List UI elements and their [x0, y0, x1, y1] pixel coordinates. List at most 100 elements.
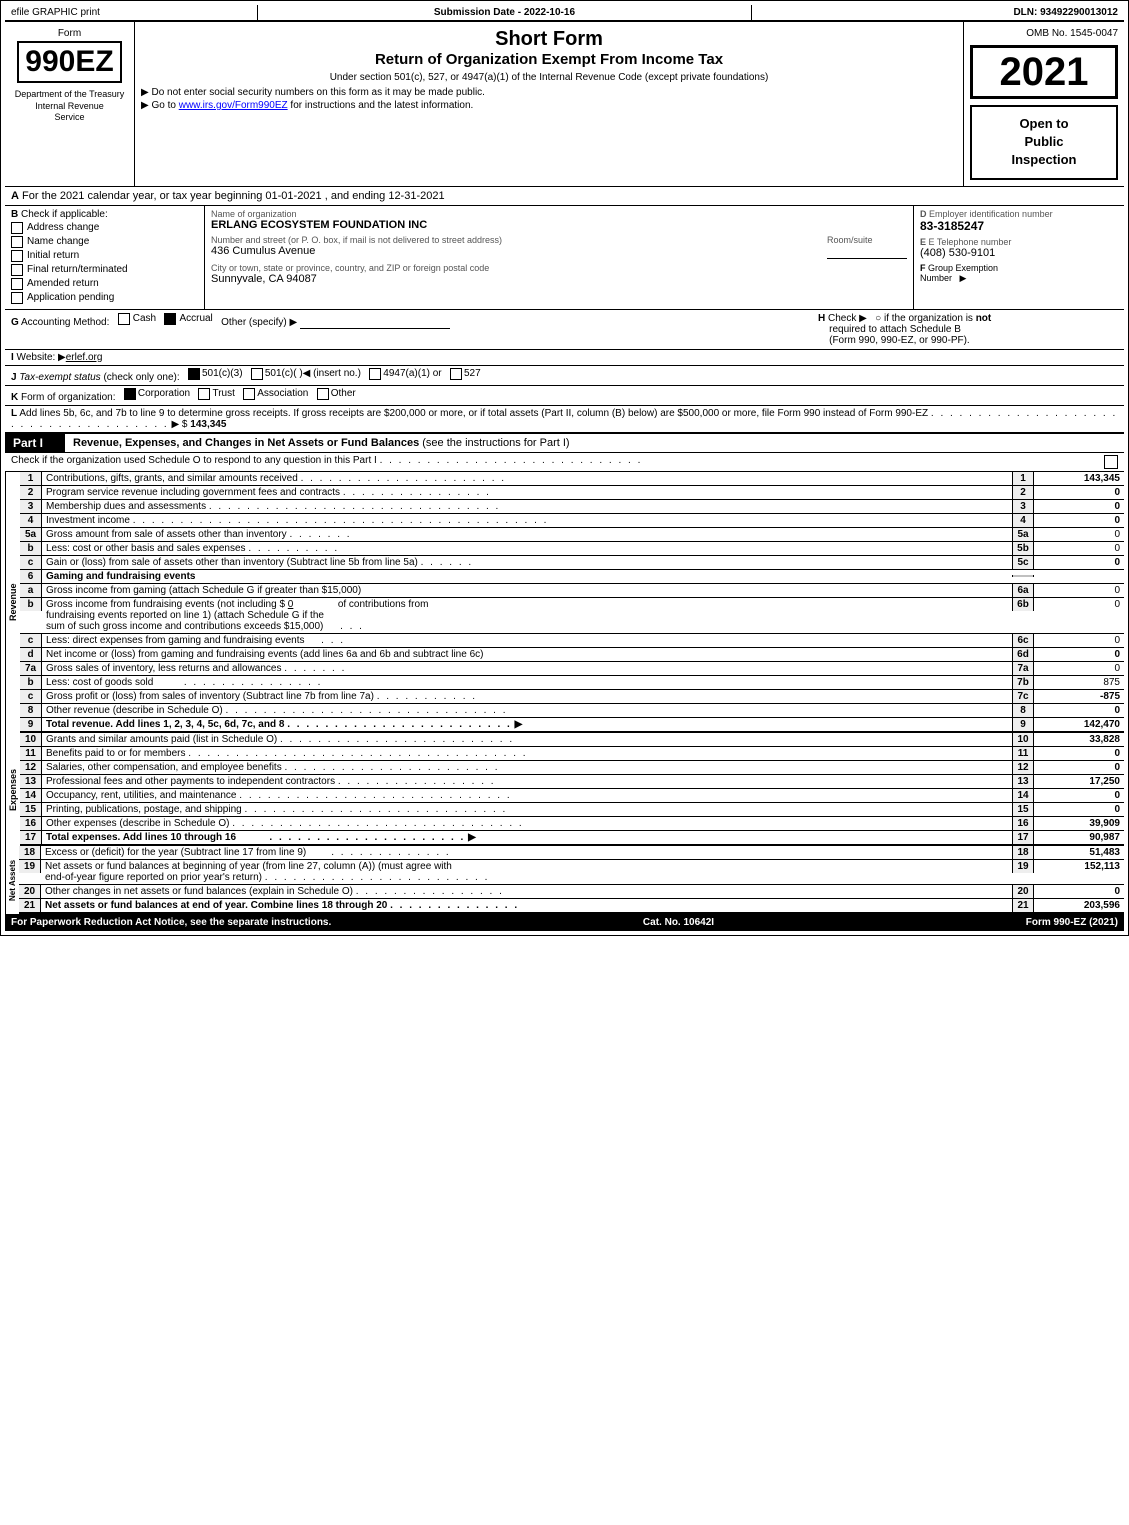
row-1: 1 Contributions, gifts, grants, and simi… [20, 472, 1124, 486]
row15-label: Printing, publications, postage, and shi… [42, 803, 1012, 816]
initial-return-checkbox[interactable] [11, 250, 23, 262]
row7b-num: b [20, 676, 42, 689]
row-6: 6 Gaming and fundraising events [20, 570, 1124, 584]
row5b-label: Less: cost or other basis and sales expe… [42, 542, 1012, 555]
row5c-linenum: 5c [1012, 556, 1034, 569]
association-checkbox[interactable] [243, 388, 255, 400]
org-address: 436 Cumulus Avenue [211, 245, 817, 257]
submission-date: Submission Date - 2022-10-16 [258, 5, 751, 20]
row6c-num: c [20, 634, 42, 647]
address-change-option: Address change [11, 222, 198, 234]
row9-value: 142,470 [1034, 718, 1124, 731]
row-21: 21 Net assets or fund balances at end of… [19, 899, 1124, 914]
row11-linenum: 11 [1012, 747, 1034, 760]
row18-value: 51,483 [1034, 846, 1124, 859]
row15-value: 0 [1034, 803, 1124, 816]
row7a-num: 7a [20, 662, 42, 675]
row5b-subnum: 5b [1012, 542, 1034, 555]
row10-label: Grants and similar amounts paid (list in… [42, 733, 1012, 746]
amended-return-checkbox[interactable] [11, 278, 23, 290]
row6-num: 6 [20, 570, 42, 583]
527-checkbox[interactable] [450, 368, 462, 380]
row18-linenum: 18 [1012, 846, 1034, 859]
section-d: D Employer identification number 83-3185… [914, 206, 1124, 309]
4947a1-checkbox[interactable] [369, 368, 381, 380]
row-2: 2 Program service revenue including gove… [20, 486, 1124, 500]
row-11: 11 Benefits paid to or for members . . .… [20, 747, 1124, 761]
application-pending-checkbox[interactable] [11, 292, 23, 304]
row5c-value: 0 [1034, 556, 1124, 569]
net-assets-side-label: Net Assets [5, 846, 19, 914]
revenue-side-label: Revenue [5, 472, 20, 733]
row16-label: Other expenses (describe in Schedule O) … [42, 817, 1012, 830]
row6a-num: a [20, 584, 42, 597]
row12-num: 12 [20, 761, 42, 774]
corporation-checkbox[interactable] [124, 388, 136, 400]
row-7b: b Less: cost of goods sold . . . . . . .… [20, 676, 1124, 690]
expenses-section: Expenses 10 Grants and similar amounts p… [5, 733, 1124, 846]
org-city: Sunnyvale, CA 94087 [211, 273, 907, 285]
row-9: 9 Total revenue. Add lines 1, 2, 3, 4, 5… [20, 718, 1124, 733]
other-checkbox[interactable] [317, 388, 329, 400]
instruction2: ▶ Go to www.irs.gov/Form990EZ for instru… [141, 100, 957, 111]
row17-label: Total expenses. Add lines 10 through 16 … [42, 831, 1012, 844]
expenses-side-label: Expenses [5, 733, 20, 846]
row3-value: 0 [1034, 500, 1124, 513]
row6b-num: b [20, 598, 42, 611]
row5a-num: 5a [20, 528, 42, 541]
row17-value: 90,987 [1034, 831, 1124, 844]
row6-label: Gaming and fundraising events [42, 570, 1012, 583]
row6b-subnum: 6b [1012, 598, 1034, 611]
row11-num: 11 [20, 747, 42, 760]
row4-label: Investment income . . . . . . . . . . . … [42, 514, 1012, 527]
row-13: 13 Professional fees and other payments … [20, 775, 1124, 789]
row2-num: 2 [20, 486, 42, 499]
schedule-o-check: Check if the organization used Schedule … [5, 453, 1124, 472]
row2-label: Program service revenue including govern… [42, 486, 1012, 499]
501c-checkbox[interactable] [251, 368, 263, 380]
part1-header: Part I Revenue, Expenses, and Changes in… [5, 434, 1124, 453]
row8-linenum: 8 [1012, 704, 1034, 717]
section-i: I Website: ▶erlef.org [5, 350, 1124, 366]
ein-value: 83-3185247 [920, 219, 1118, 233]
row-7c: c Gross profit or (loss) from sales of i… [20, 690, 1124, 704]
open-to-public: Open toPublicInspection [970, 105, 1118, 180]
section-j: J Tax-exempt status (check only one): 50… [5, 366, 1124, 386]
form-subtitle: Under section 501(c), 527, or 4947(a)(1)… [141, 72, 957, 83]
row3-linenum: 3 [1012, 500, 1034, 513]
row16-num: 16 [20, 817, 42, 830]
row6a-label: Gross income from gaming (attach Schedul… [42, 584, 1012, 597]
cash-checkbox[interactable] [118, 313, 130, 325]
section-l: L Add lines 5b, 6c, and 7b to line 9 to … [5, 406, 1124, 434]
row1-label: Contributions, gifts, grants, and simila… [42, 472, 1012, 485]
row7b-subnum: 7b [1012, 676, 1034, 689]
address-change-checkbox[interactable] [11, 222, 23, 234]
501c3-checkbox[interactable] [188, 368, 200, 380]
row21-linenum: 21 [1012, 899, 1034, 912]
section-b: B Check if applicable: Address change Na… [5, 206, 205, 309]
row5a-label: Gross amount from sale of assets other t… [42, 528, 1012, 541]
final-return-checkbox[interactable] [11, 264, 23, 276]
row11-label: Benefits paid to or for members . . . . … [42, 747, 1012, 760]
row19-linenum: 19 [1012, 860, 1034, 873]
form-title-line2: Return of Organization Exempt From Incom… [141, 51, 957, 68]
section-h: H Check ▶ ○ if the organization is not r… [818, 313, 1118, 346]
row6d-num: d [20, 648, 42, 661]
form-year: 2021 [970, 45, 1118, 99]
row13-label: Professional fees and other payments to … [42, 775, 1012, 788]
row-15: 15 Printing, publications, postage, and … [20, 803, 1124, 817]
row7c-value: -875 [1034, 690, 1124, 703]
name-change-checkbox[interactable] [11, 236, 23, 248]
accrual-checkbox[interactable] [164, 313, 176, 325]
main-page: efile GRAPHIC print Submission Date - 20… [0, 0, 1129, 936]
org-name: ERLANG ECOSYSTEM FOUNDATION INC [211, 219, 907, 231]
row5c-label: Gain or (loss) from sale of assets other… [42, 556, 1012, 569]
row2-linenum: 2 [1012, 486, 1034, 499]
row13-num: 13 [20, 775, 42, 788]
row6c-subnum: 6c [1012, 634, 1034, 647]
row4-linenum: 4 [1012, 514, 1034, 527]
trust-checkbox[interactable] [198, 388, 210, 400]
page-footer: For Paperwork Reduction Act Notice, see … [5, 914, 1124, 931]
form-title-line1: Short Form [141, 28, 957, 51]
row9-label: Total revenue. Add lines 1, 2, 3, 4, 5c,… [42, 718, 1012, 731]
